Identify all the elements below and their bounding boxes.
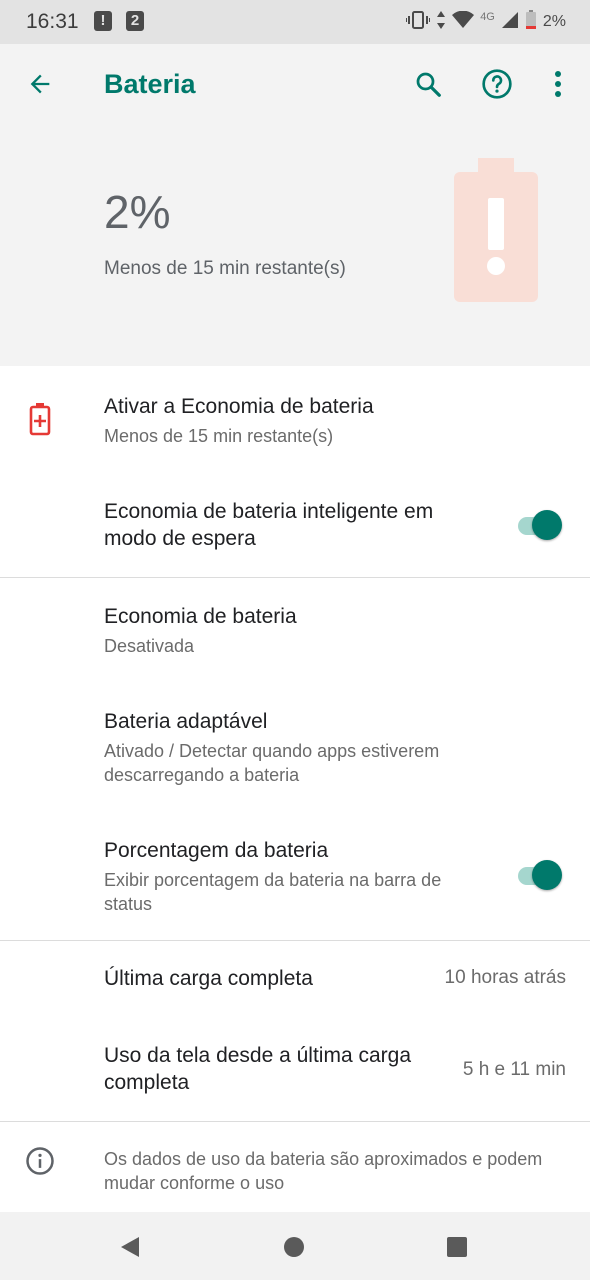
status-icons: 4G 2% (405, 9, 566, 35)
info-footer: Os dados de uso da bateria são aproximad… (0, 1134, 590, 1206)
toggle-thumb (532, 510, 562, 540)
alert-notification-icon: ! (94, 11, 112, 31)
battery-saver-activate-row[interactable]: Ativar a Economia de bateria Menos de 15… (0, 380, 590, 464)
vibrate-icon (405, 10, 432, 35)
battery-percentage-row[interactable]: Porcentagem da bateria Exibir porcentage… (0, 824, 590, 934)
item-title: Ativar a Economia de bateria (104, 395, 374, 418)
data-arrows-icon (436, 10, 446, 35)
item-value: 5 h e 11 min (462, 1059, 566, 1080)
battery-percent: 2% (104, 186, 171, 238)
battery-saver-icon (28, 402, 52, 441)
battery-percentage-toggle[interactable] (514, 858, 562, 892)
status-battery-percent: 2% (542, 13, 566, 30)
nav-back-icon[interactable] (113, 1230, 147, 1264)
smart-saver-toggle[interactable] (514, 508, 562, 542)
section-divider (0, 577, 590, 578)
battery-header: Bateria 2% Menos de 15 min restante(s) (0, 44, 590, 366)
item-title: Economia de bateria (104, 605, 297, 628)
item-value: 10 horas atrás (444, 967, 566, 988)
item-subtitle: Desativada (104, 636, 195, 656)
battery-remaining: Menos de 15 min restante(s) (104, 258, 346, 279)
network-type: 4G (480, 11, 495, 23)
item-title: Porcentagem da bateria (104, 839, 329, 862)
item-title: Bateria adaptável (104, 710, 268, 733)
section-divider (0, 1121, 590, 1122)
section-divider (0, 940, 590, 941)
help-icon[interactable] (477, 64, 517, 104)
wifi-icon (452, 10, 475, 34)
page-title: Bateria (104, 69, 196, 99)
status-bar: 16:31 ! 2 4G 2% (0, 0, 590, 44)
item-subtitle: Ativado / Detectar quando apps estiverem… (104, 741, 440, 785)
back-arrow-icon[interactable] (20, 64, 60, 104)
last-full-charge-row: Última carga completa 10 horas atrás (0, 952, 590, 1012)
battery-alert-icon (454, 158, 538, 302)
item-title: Economia de bateria inteligente em modo … (104, 500, 434, 550)
battery-saver-row[interactable]: Economia de bateria Desativada (0, 590, 590, 674)
item-subtitle: Exibir porcentagem da bateria na barra d… (104, 870, 442, 914)
smart-battery-saver-row[interactable]: Economia de bateria inteligente em modo … (0, 485, 590, 565)
navigation-bar (0, 1212, 590, 1280)
status-time: 16:31 (26, 10, 79, 33)
info-icon (25, 1146, 55, 1181)
item-title: Última carga completa (104, 967, 313, 990)
nav-recents-icon[interactable] (440, 1230, 474, 1264)
adaptive-battery-row[interactable]: Bateria adaptável Ativado / Detectar qua… (0, 694, 590, 804)
search-icon[interactable] (408, 64, 448, 104)
more-vert-icon[interactable] (538, 64, 578, 104)
nav-home-icon[interactable] (277, 1230, 311, 1264)
number-notification-icon: 2 (126, 11, 144, 31)
toggle-thumb (532, 860, 562, 890)
info-text: Os dados de uso da bateria são aproximad… (104, 1149, 543, 1193)
signal-icon (501, 11, 519, 34)
battery-low-icon (525, 9, 537, 35)
screen-usage-row: Uso da tela desde a última carga complet… (0, 1030, 590, 1110)
item-subtitle: Menos de 15 min restante(s) (104, 426, 334, 446)
item-title: Uso da tela desde a última carga complet… (104, 1044, 412, 1094)
